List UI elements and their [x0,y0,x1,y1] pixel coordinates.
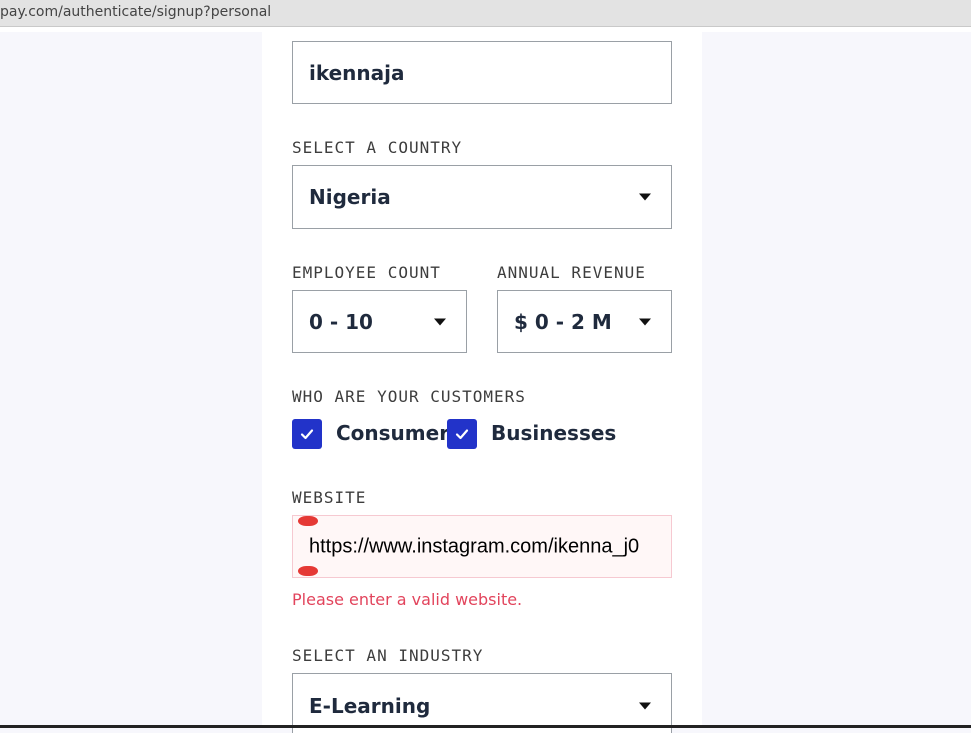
industry-value: E-Learning [309,694,431,718]
country-value: Nigeria [309,185,391,209]
checkmark-icon [455,429,469,440]
employee-count-label: EMPLOYEE COUNT [292,263,441,282]
checkmark-icon [300,429,314,440]
annual-revenue-label: ANNUAL REVENUE [497,263,646,282]
businesses-label[interactable]: Businesses [491,421,616,445]
industry-label: SELECT AN INDUSTRY [292,646,484,665]
signup-form-card [262,30,702,728]
country-label: SELECT A COUNTRY [292,138,463,157]
business-name-value: ikennaja [309,60,405,85]
industry-select[interactable]: E-Learning [292,673,672,733]
annual-revenue-value: $ 0 - 2 M [514,309,612,334]
browser-url-bar[interactable]: pay.com/authenticate/signup?personal [0,0,971,27]
chevron-down-icon [639,702,651,710]
website-error-message: Please enter a valid website. [292,590,523,609]
website-value: https://www.instagram.com/ikenna_j0 [309,535,640,557]
selection-handle-top[interactable] [298,516,318,526]
chevron-down-icon [639,193,651,201]
chevron-down-icon [434,318,446,325]
annual-revenue-select[interactable]: $ 0 - 2 M [497,290,672,353]
chevron-down-icon [639,318,651,325]
customers-label: WHO ARE YOUR CUSTOMERS [292,387,526,406]
business-name-input[interactable]: ikennaja [292,41,672,104]
url-text[interactable]: pay.com/authenticate/signup?personal [0,4,271,20]
consumers-checkbox[interactable] [292,419,322,449]
employee-count-select[interactable]: 0 - 10 [292,290,467,353]
businesses-checkbox[interactable] [447,419,477,449]
website-input[interactable]: https://www.instagram.com/ikenna_j0 [292,515,672,578]
selection-handle-bottom[interactable] [298,566,318,576]
employee-count-value: 0 - 10 [309,309,373,334]
website-label: WEBSITE [292,488,367,507]
consumers-label[interactable]: Consumers [336,421,461,445]
country-select[interactable]: Nigeria [292,165,672,229]
